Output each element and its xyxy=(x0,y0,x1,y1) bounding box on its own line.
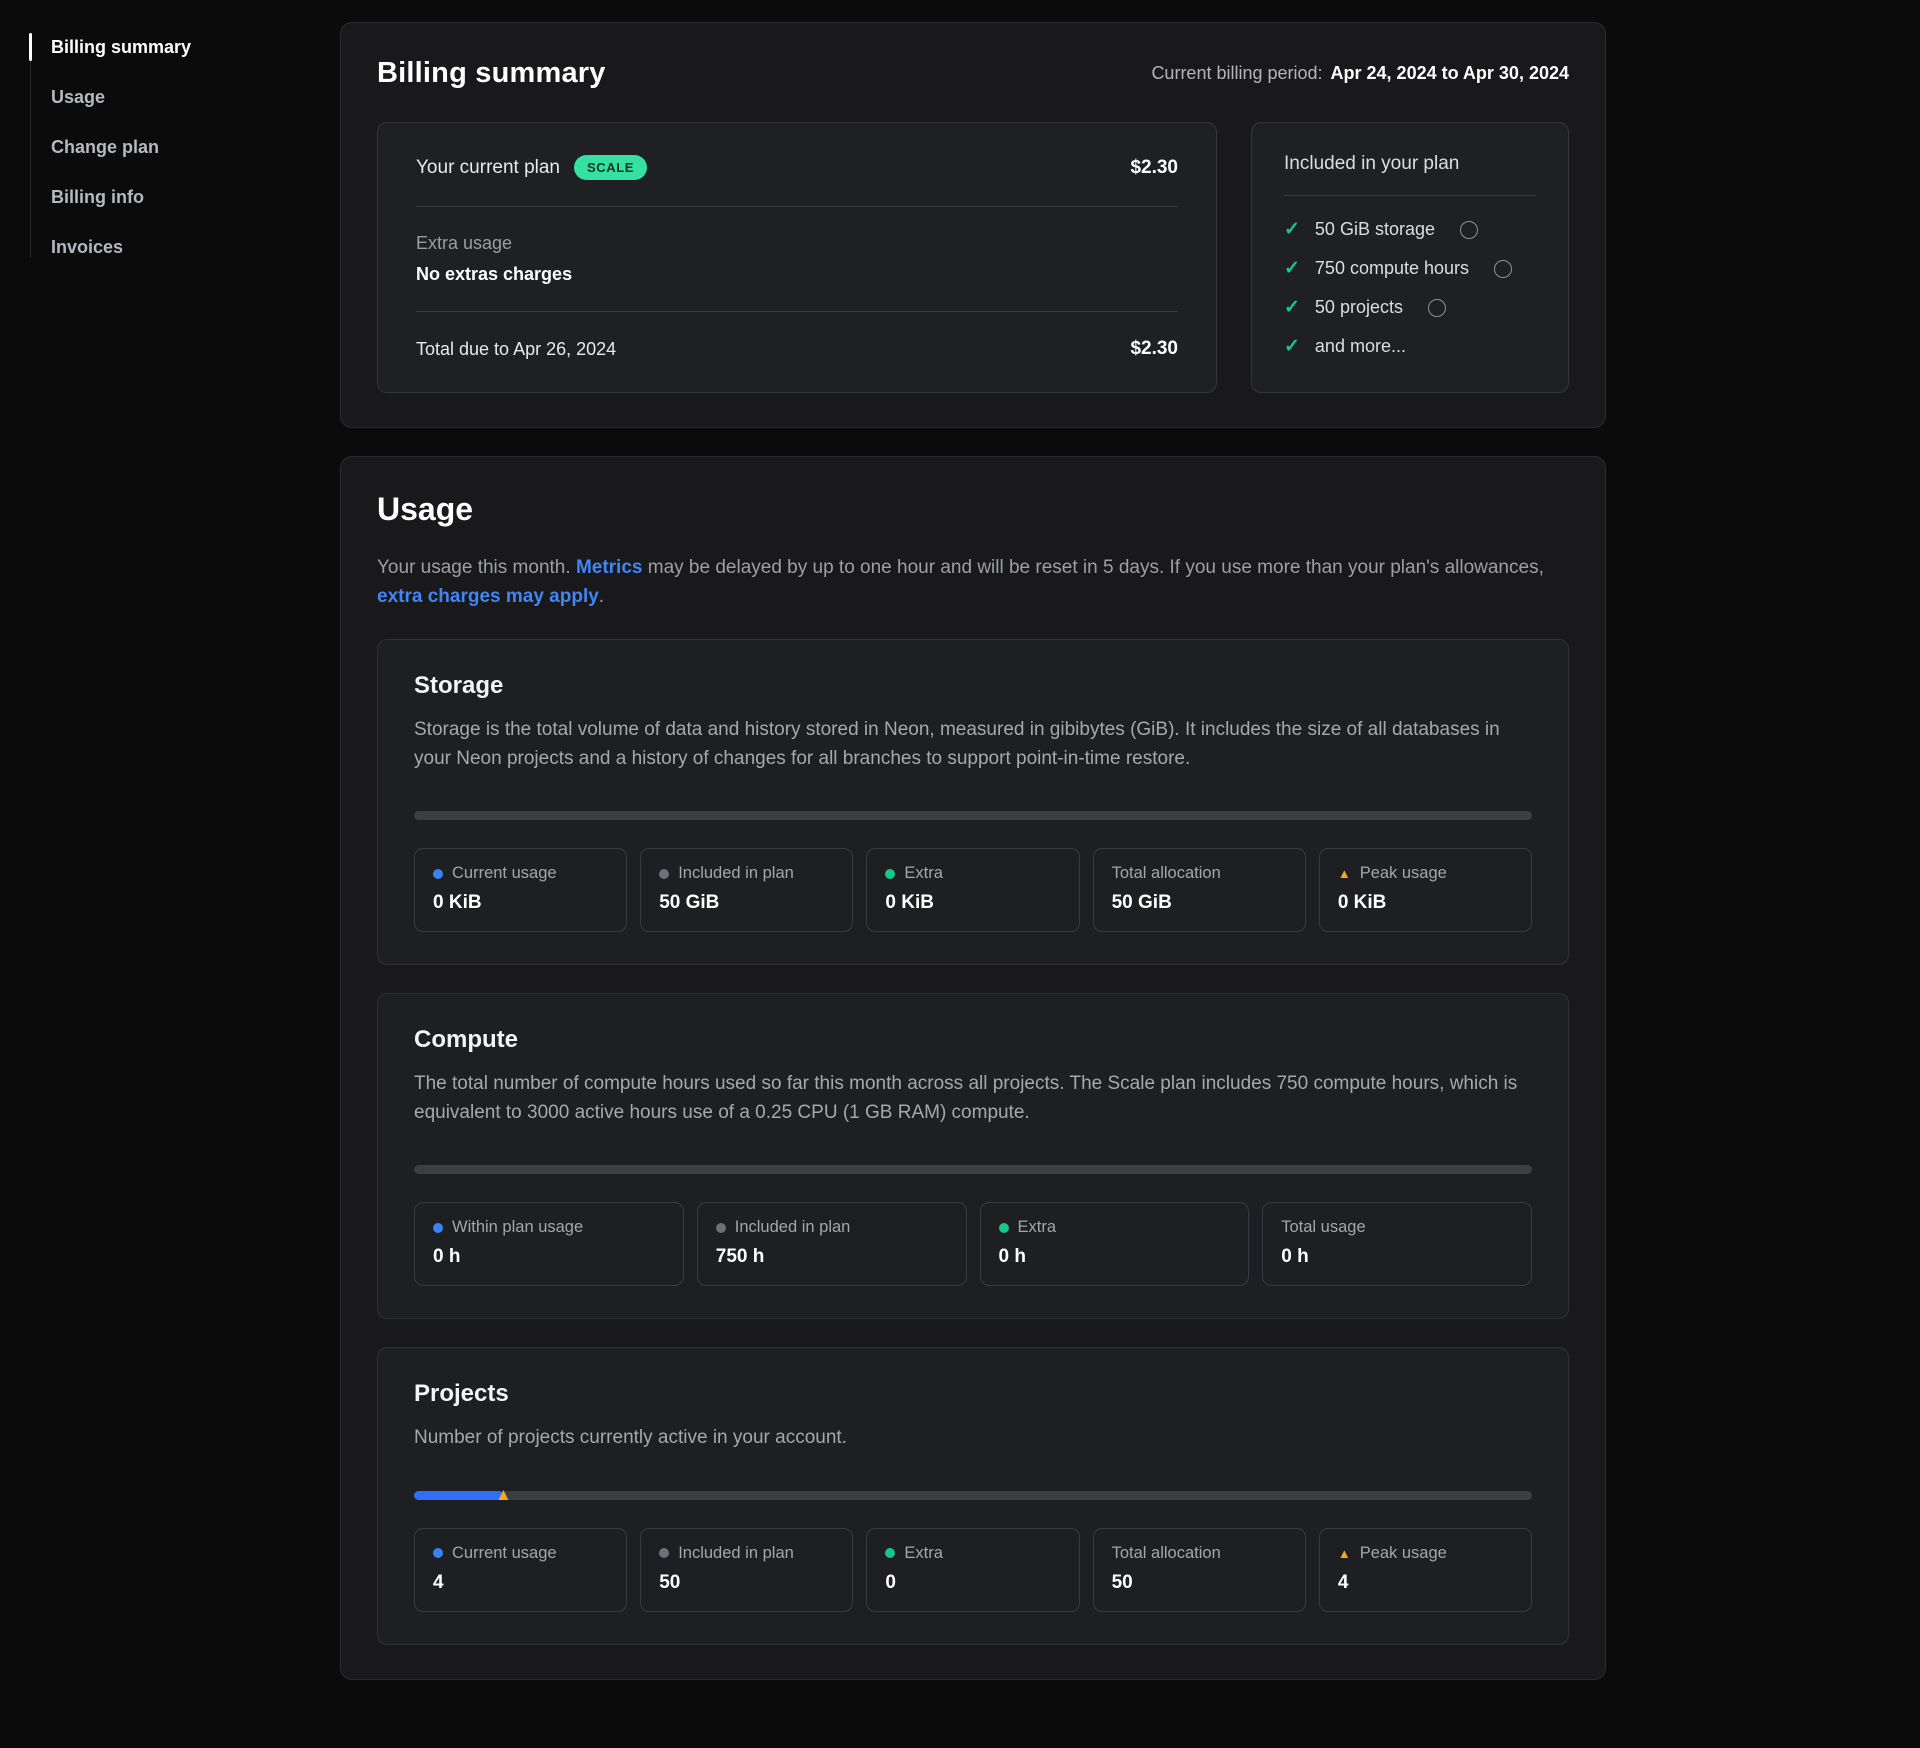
storage-stat-included: Included in plan 50 GiB xyxy=(640,848,853,932)
sidebar-item-billing-summary[interactable]: Billing summary xyxy=(31,36,340,58)
included-in-plan-panel: Included in your plan ✓ 50 GiB storage ✓… xyxy=(1251,122,1569,393)
plan-summary-panel: Your current plan SCALE $2.30 Extra usag… xyxy=(377,122,1217,393)
sidebar-item-change-plan[interactable]: Change plan xyxy=(31,136,340,158)
extra-dot-icon xyxy=(999,1223,1009,1233)
sidebar-item-billing-info[interactable]: Billing info xyxy=(31,186,340,208)
compute-stats: Within plan usage 0 h Included in plan 7… xyxy=(414,1202,1532,1286)
extra-dot-icon xyxy=(885,869,895,879)
projects-section: Projects Number of projects currently ac… xyxy=(377,1347,1569,1645)
check-icon: ✓ xyxy=(1284,296,1300,319)
compute-title: Compute xyxy=(414,1026,1532,1054)
projects-progress-bar: ▲ xyxy=(414,1491,1532,1500)
billing-summary-header: Billing summary Current billing period: A… xyxy=(377,57,1569,90)
projects-progress-fill xyxy=(414,1491,503,1500)
info-icon[interactable] xyxy=(1428,299,1446,317)
current-usage-dot-icon xyxy=(433,1548,443,1558)
included-item-label: 50 GiB storage xyxy=(1315,219,1435,240)
storage-stat-peak-usage: ▲Peak usage 0 KiB xyxy=(1319,848,1532,932)
included-item-storage: ✓ 50 GiB storage xyxy=(1284,218,1536,241)
billing-period-value: Apr 24, 2024 to Apr 30, 2024 xyxy=(1331,63,1569,83)
metrics-link[interactable]: Metrics xyxy=(576,557,643,578)
plan-badge: SCALE xyxy=(574,155,647,180)
projects-stat-total-allocation: Total allocation 50 xyxy=(1093,1528,1306,1612)
included-item-more: ✓ and more... xyxy=(1284,335,1536,358)
divider xyxy=(416,206,1178,207)
extra-usage-label: Extra usage xyxy=(416,233,1178,254)
usage-card: Usage Your usage this month. Metrics may… xyxy=(340,456,1606,1680)
divider xyxy=(1284,195,1536,196)
included-dot-icon xyxy=(716,1223,726,1233)
check-icon: ✓ xyxy=(1284,335,1300,358)
info-icon[interactable] xyxy=(1494,260,1512,278)
check-icon: ✓ xyxy=(1284,257,1300,280)
within-plan-dot-icon xyxy=(433,1223,443,1233)
current-usage-dot-icon xyxy=(433,869,443,879)
projects-stat-current-usage: Current usage 4 xyxy=(414,1528,627,1612)
compute-description: The total number of compute hours used s… xyxy=(414,1070,1532,1127)
included-item-compute: ✓ 750 compute hours xyxy=(1284,257,1536,280)
compute-section: Compute The total number of compute hour… xyxy=(377,993,1569,1319)
sidebar-item-usage[interactable]: Usage xyxy=(31,86,340,108)
included-dot-icon xyxy=(659,869,669,879)
extra-charges-link[interactable]: extra charges may apply xyxy=(377,586,599,607)
projects-title: Projects xyxy=(414,1380,1532,1408)
included-title: Included in your plan xyxy=(1284,153,1536,175)
compute-stat-included: Included in plan 750 h xyxy=(697,1202,967,1286)
storage-description: Storage is the total volume of data and … xyxy=(414,716,1532,773)
storage-stats: Current usage 0 KiB Included in plan 50 … xyxy=(414,848,1532,932)
compute-stat-within-plan: Within plan usage 0 h xyxy=(414,1202,684,1286)
storage-title: Storage xyxy=(414,672,1532,700)
info-icon[interactable] xyxy=(1460,221,1478,239)
included-item-label: 750 compute hours xyxy=(1315,258,1469,279)
divider xyxy=(416,311,1178,312)
billing-nav: Billing summary Usage Change plan Billin… xyxy=(30,36,340,258)
page: Billing summary Usage Change plan Billin… xyxy=(0,0,1920,1734)
compute-stat-extra: Extra 0 h xyxy=(980,1202,1250,1286)
usage-title: Usage xyxy=(377,491,1569,528)
projects-description: Number of projects currently active in y… xyxy=(414,1424,1532,1453)
billing-summary-title: Billing summary xyxy=(377,57,606,90)
sidebar: Billing summary Usage Change plan Billin… xyxy=(0,22,340,1708)
included-list: ✓ 50 GiB storage ✓ 750 compute hours ✓ 5… xyxy=(1284,218,1536,358)
billing-period-label: Current billing period: xyxy=(1151,63,1322,83)
usage-intro: Your usage this month. Metrics may be de… xyxy=(377,554,1562,611)
peak-triangle-icon: ▲ xyxy=(1338,867,1351,880)
storage-stat-total-allocation: Total allocation 50 GiB xyxy=(1093,848,1306,932)
sidebar-item-invoices[interactable]: Invoices xyxy=(31,236,340,258)
storage-progress-bar xyxy=(414,811,1532,820)
storage-stat-current-usage: Current usage 0 KiB xyxy=(414,848,627,932)
peak-usage-marker-icon: ▲ xyxy=(495,1486,512,1503)
billing-period: Current billing period: Apr 24, 2024 to A… xyxy=(1151,63,1569,84)
storage-stat-extra: Extra 0 KiB xyxy=(866,848,1079,932)
extra-dot-icon xyxy=(885,1548,895,1558)
check-icon: ✓ xyxy=(1284,218,1300,241)
compute-stat-total-usage: Total usage 0 h xyxy=(1262,1202,1532,1286)
total-due-label: Total due to Apr 26, 2024 xyxy=(416,339,616,360)
plan-price: $2.30 xyxy=(1130,157,1178,179)
current-plan-label: Your current plan xyxy=(416,157,560,179)
projects-stat-included: Included in plan 50 xyxy=(640,1528,853,1612)
total-due-value: $2.30 xyxy=(1130,338,1178,360)
included-item-label: and more... xyxy=(1315,336,1406,357)
projects-stats: Current usage 4 Included in plan 50 Extr… xyxy=(414,1528,1532,1612)
storage-section: Storage Storage is the total volume of d… xyxy=(377,639,1569,965)
included-dot-icon xyxy=(659,1548,669,1558)
included-item-projects: ✓ 50 projects xyxy=(1284,296,1536,319)
projects-stat-extra: Extra 0 xyxy=(866,1528,1079,1612)
peak-triangle-icon: ▲ xyxy=(1338,1547,1351,1560)
projects-stat-peak-usage: ▲Peak usage 4 xyxy=(1319,1528,1532,1612)
compute-progress-bar xyxy=(414,1165,1532,1174)
extra-usage-value: No extras charges xyxy=(416,264,1178,285)
main-content: Billing summary Current billing period: A… xyxy=(340,22,1606,1708)
included-item-label: 50 projects xyxy=(1315,297,1403,318)
billing-summary-card: Billing summary Current billing period: A… xyxy=(340,22,1606,428)
